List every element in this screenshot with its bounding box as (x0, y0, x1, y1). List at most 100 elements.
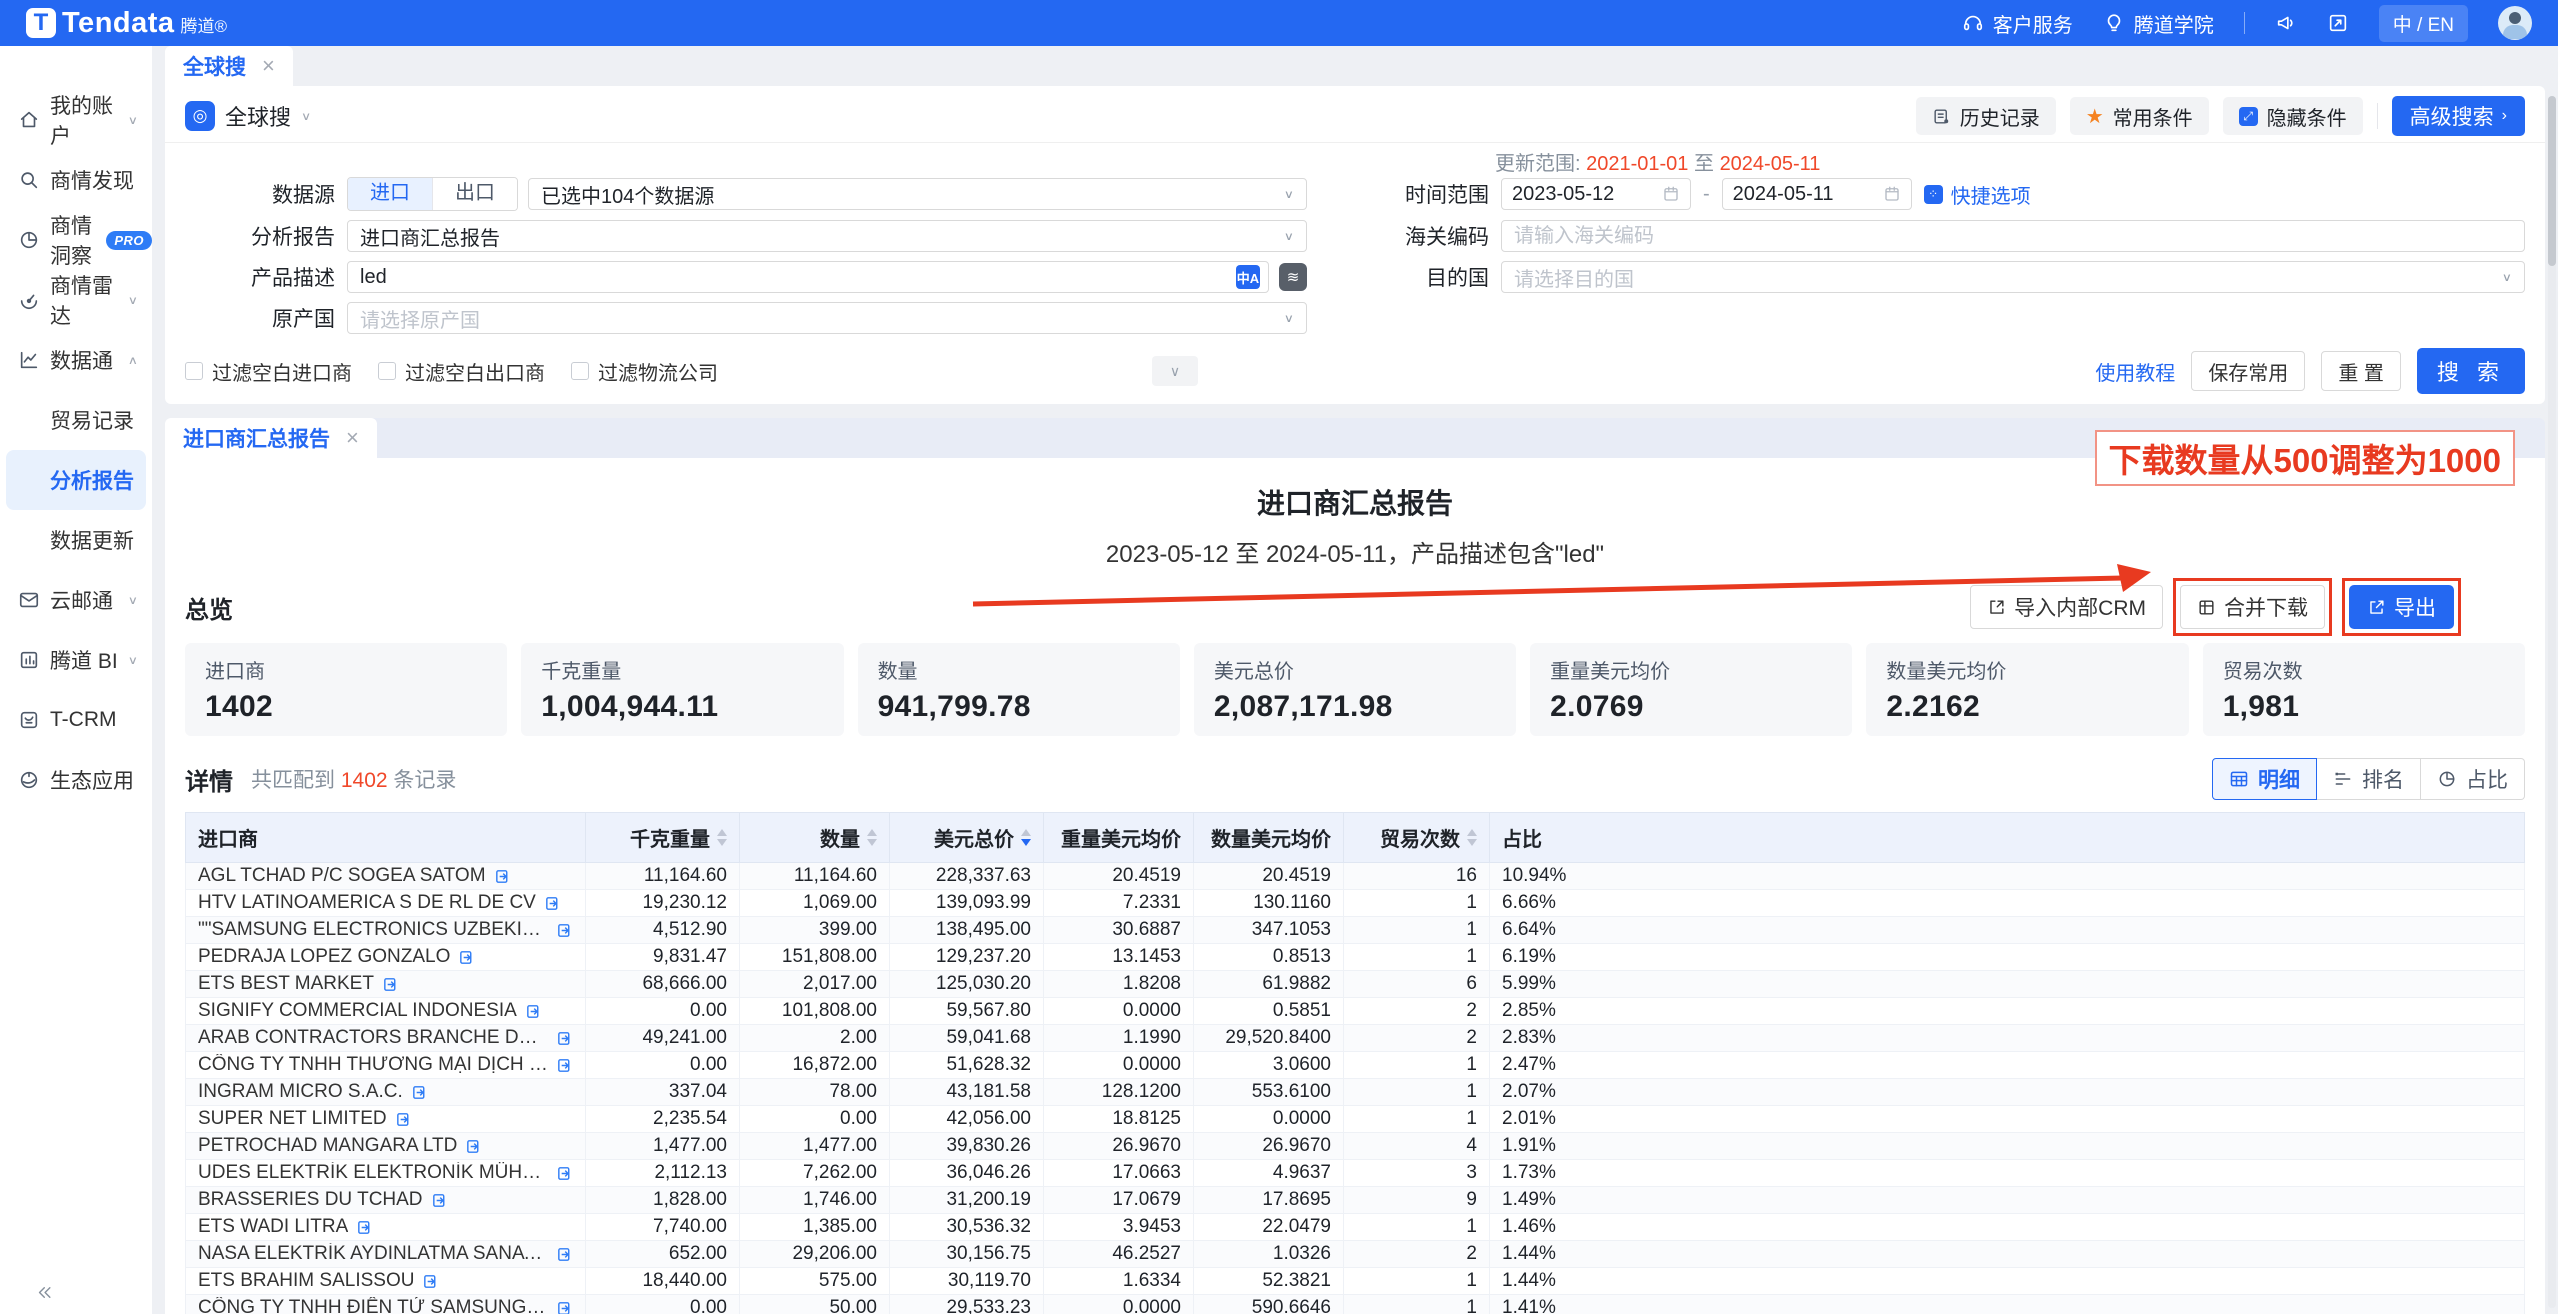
report-type-select[interactable]: 进口商汇总报告 ∨ (347, 220, 1307, 252)
col-usd-total[interactable]: 美元总价 (890, 813, 1044, 863)
tab-importer-summary-report[interactable]: 进口商汇总报告 × (165, 418, 377, 458)
customer-service-button[interactable]: 客户服务 (1962, 9, 2073, 38)
importer-name[interactable]: CÔNG TY TNHH THƯƠNG MẠI DỊCH VỤ ĐIỆN MẠN… (198, 1054, 548, 1076)
importer-name[interactable]: BRASSERIES DU TCHAD (198, 1189, 423, 1211)
close-icon[interactable]: × (262, 53, 275, 79)
company-crm-icon[interactable] (556, 1057, 573, 1074)
filter-logistics-checkbox[interactable]: 过滤物流公司 (571, 357, 718, 386)
tab-global-search[interactable]: 全球搜 × (165, 46, 293, 86)
favorite-conditions-button[interactable]: ★ 常用条件 (2070, 97, 2209, 135)
reset-button[interactable]: 重 置 (2321, 351, 2401, 391)
module-selector[interactable]: ◎ 全球搜 ∨ (185, 100, 311, 132)
company-crm-icon[interactable] (494, 868, 511, 885)
table-row[interactable]: BRASSERIES DU TCHAD 1,828.00 1,746.00 31… (186, 1187, 2525, 1214)
table-row[interactable]: PEDRAJA LOPEZ GONZALO 9,831.47 151,808.0… (186, 944, 2525, 971)
user-avatar[interactable] (2498, 6, 2532, 40)
language-switch[interactable]: 中 / EN (2379, 5, 2468, 42)
sidebar-item-datatong[interactable]: 数据通∧ (0, 330, 152, 390)
importer-name[interactable]: SUPER NET LIMITED (198, 1108, 387, 1130)
table-row[interactable]: AGL TCHAD P/C SOGEA SATOM 11,164.60 11,1… (186, 863, 2525, 890)
collapse-filters-button[interactable]: ∨ (1152, 356, 1198, 386)
importer-name[interactable]: NASA ELEKTRİK AYDINLATMA SANAYİ VE TİCAR… (198, 1243, 548, 1265)
export-toggle[interactable]: 出口 (432, 178, 517, 210)
sidebar-collapse-button[interactable] (34, 1283, 53, 1308)
table-row[interactable]: UDES ELEKTRİK ELEKTRONİK MÜHENDİSLİK SAN… (186, 1160, 2525, 1187)
importer-name[interactable]: PEDRAJA LOPEZ GONZALO (198, 946, 450, 968)
destination-select[interactable]: 请选择目的国 ∨ (1501, 261, 2525, 293)
data-source-select[interactable]: 已选中104个数据源 ∨ (528, 178, 1307, 210)
origin-select[interactable]: 请选择原产国 ∨ (347, 302, 1307, 334)
company-crm-icon[interactable] (411, 1084, 428, 1101)
academy-button[interactable]: 腾道学院 (2103, 9, 2214, 38)
scrollbar-thumb[interactable] (2548, 96, 2556, 266)
table-row[interactable]: SUPER NET LIMITED 2,235.54 0.00 42,056.0… (186, 1106, 2525, 1133)
table-row[interactable]: SIGNIFY COMMERCIAL INDONESIA 0.00 101,80… (186, 998, 2525, 1025)
sidebar-item-trade-records[interactable]: 贸易记录 (0, 390, 152, 450)
importer-name[interactable]: ETS WADI LITRA (198, 1216, 348, 1238)
vertical-scrollbar[interactable] (2548, 96, 2556, 1308)
company-crm-icon[interactable] (395, 1111, 412, 1128)
view-share-button[interactable]: 占比 (2421, 758, 2525, 800)
quick-options-link[interactable]: ⁘ 快捷选项 (1924, 180, 2031, 209)
company-crm-icon[interactable] (382, 976, 399, 993)
tendata-logo[interactable]: T Tendata 腾道® (26, 7, 227, 40)
sidebar-item-bi[interactable]: 腾道 BI∨ (0, 630, 152, 690)
import-crm-button[interactable]: 导入内部CRM (1970, 585, 2163, 629)
company-crm-icon[interactable] (556, 1165, 573, 1182)
sidebar-item-insight[interactable]: 商情洞察PRO (0, 210, 152, 270)
company-crm-icon[interactable] (525, 1003, 542, 1020)
sidebar-item-analysis-report[interactable]: 分析报告 (6, 450, 146, 510)
filter-blank-importer-checkbox[interactable]: 过滤空白进口商 (185, 357, 352, 386)
company-crm-icon[interactable] (556, 1246, 573, 1263)
importer-name[interactable]: CÔNG TY TNHH ĐIỆN TỬ SAMSUNG HCMC CE COM… (198, 1297, 548, 1314)
table-row[interactable]: ETS BEST MARKET 68,666.00 2,017.00 125,0… (186, 971, 2525, 998)
company-crm-icon[interactable] (458, 949, 475, 966)
hs-code-input[interactable] (1514, 225, 2516, 248)
translate-icon[interactable]: 中A (1236, 265, 1260, 289)
importer-name[interactable]: ARAB CONTRACTORS BRANCHE DU TCHAD (198, 1027, 548, 1049)
table-row[interactable]: ETS BRAHIM SALISSOU 18,440.00 575.00 30,… (186, 1268, 2525, 1295)
table-row[interactable]: INGRAM MICRO S.A.C. 337.04 78.00 43,181.… (186, 1079, 2525, 1106)
match-mode-icon[interactable]: ≋ (1279, 263, 1307, 291)
table-row[interactable]: ARAB CONTRACTORS BRANCHE DU TCHAD 49,241… (186, 1025, 2525, 1052)
table-row[interactable]: CÔNG TY TNHH ĐIỆN TỬ SAMSUNG HCMC CE COM… (186, 1295, 2525, 1314)
importer-name[interactable]: PETROCHAD MANGARA LTD (198, 1135, 457, 1157)
table-row[interactable]: ETS WADI LITRA 7,740.00 1,385.00 30,536.… (186, 1214, 2525, 1241)
table-row[interactable]: ""SAMSUNG ELECTRONICS UZBEKISTAN"" mas`u… (186, 917, 2525, 944)
importer-name[interactable]: AGL TCHAD P/C SOGEA SATOM (198, 865, 486, 887)
table-row[interactable]: PETROCHAD MANGARA LTD 1,477.00 1,477.00 … (186, 1133, 2525, 1160)
sidebar-item-discovery[interactable]: 商情发现 (0, 150, 152, 210)
col-kg-weight[interactable]: 千克重量 (586, 813, 740, 863)
company-crm-icon[interactable] (544, 895, 561, 912)
col-trade-count[interactable]: 贸易次数 (1344, 813, 1490, 863)
sidebar-item-radar[interactable]: 商情雷达∨ (0, 270, 152, 330)
tutorial-link[interactable]: 使用教程 (2095, 357, 2175, 386)
company-crm-icon[interactable] (556, 1030, 573, 1047)
fullscreen-button[interactable] (2327, 12, 2349, 34)
company-crm-icon[interactable] (422, 1273, 439, 1290)
merge-download-button[interactable]: 合并下载 (2180, 585, 2325, 629)
view-detail-button[interactable]: 明细 (2212, 758, 2317, 800)
table-row[interactable]: HTV LATINOAMERICA S DE RL DE CV 19,230.1… (186, 890, 2525, 917)
importer-name[interactable]: SIGNIFY COMMERCIAL INDONESIA (198, 1000, 517, 1022)
import-toggle[interactable]: 进口 (348, 178, 432, 210)
search-button[interactable]: 搜 索 (2417, 348, 2525, 394)
company-crm-icon[interactable] (556, 922, 573, 939)
sidebar-item-eco-apps[interactable]: 生态应用 (0, 750, 152, 810)
sidebar-item-tcrm[interactable]: T-CRM (0, 690, 152, 750)
filter-blank-exporter-checkbox[interactable]: 过滤空白出口商 (378, 357, 545, 386)
close-icon[interactable]: × (346, 425, 359, 451)
importer-name[interactable]: HTV LATINOAMERICA S DE RL DE CV (198, 892, 536, 914)
hide-conditions-button[interactable]: ⤢ 隐藏条件 (2223, 97, 2363, 135)
importer-name[interactable]: INGRAM MICRO S.A.C. (198, 1081, 403, 1103)
company-crm-icon[interactable] (356, 1219, 373, 1236)
importer-name[interactable]: UDES ELEKTRİK ELEKTRONİK MÜHENDİSLİK SAN… (198, 1162, 548, 1184)
table-row[interactable]: CÔNG TY TNHH THƯƠNG MẠI DỊCH VỤ ĐIỆN MẠN… (186, 1052, 2525, 1079)
history-button[interactable]: 历史记录 (1916, 97, 2056, 135)
announcement-button[interactable] (2275, 12, 2297, 34)
date-to-input[interactable]: 2024-05-11 (1722, 178, 1912, 210)
sidebar-item-cloudmail[interactable]: 云邮通∨ (0, 570, 152, 630)
sidebar-item-my-account[interactable]: 我的账户∨ (0, 90, 152, 150)
date-from-input[interactable]: 2023-05-12 (1501, 178, 1691, 210)
view-rank-button[interactable]: 排名 (2317, 758, 2421, 800)
